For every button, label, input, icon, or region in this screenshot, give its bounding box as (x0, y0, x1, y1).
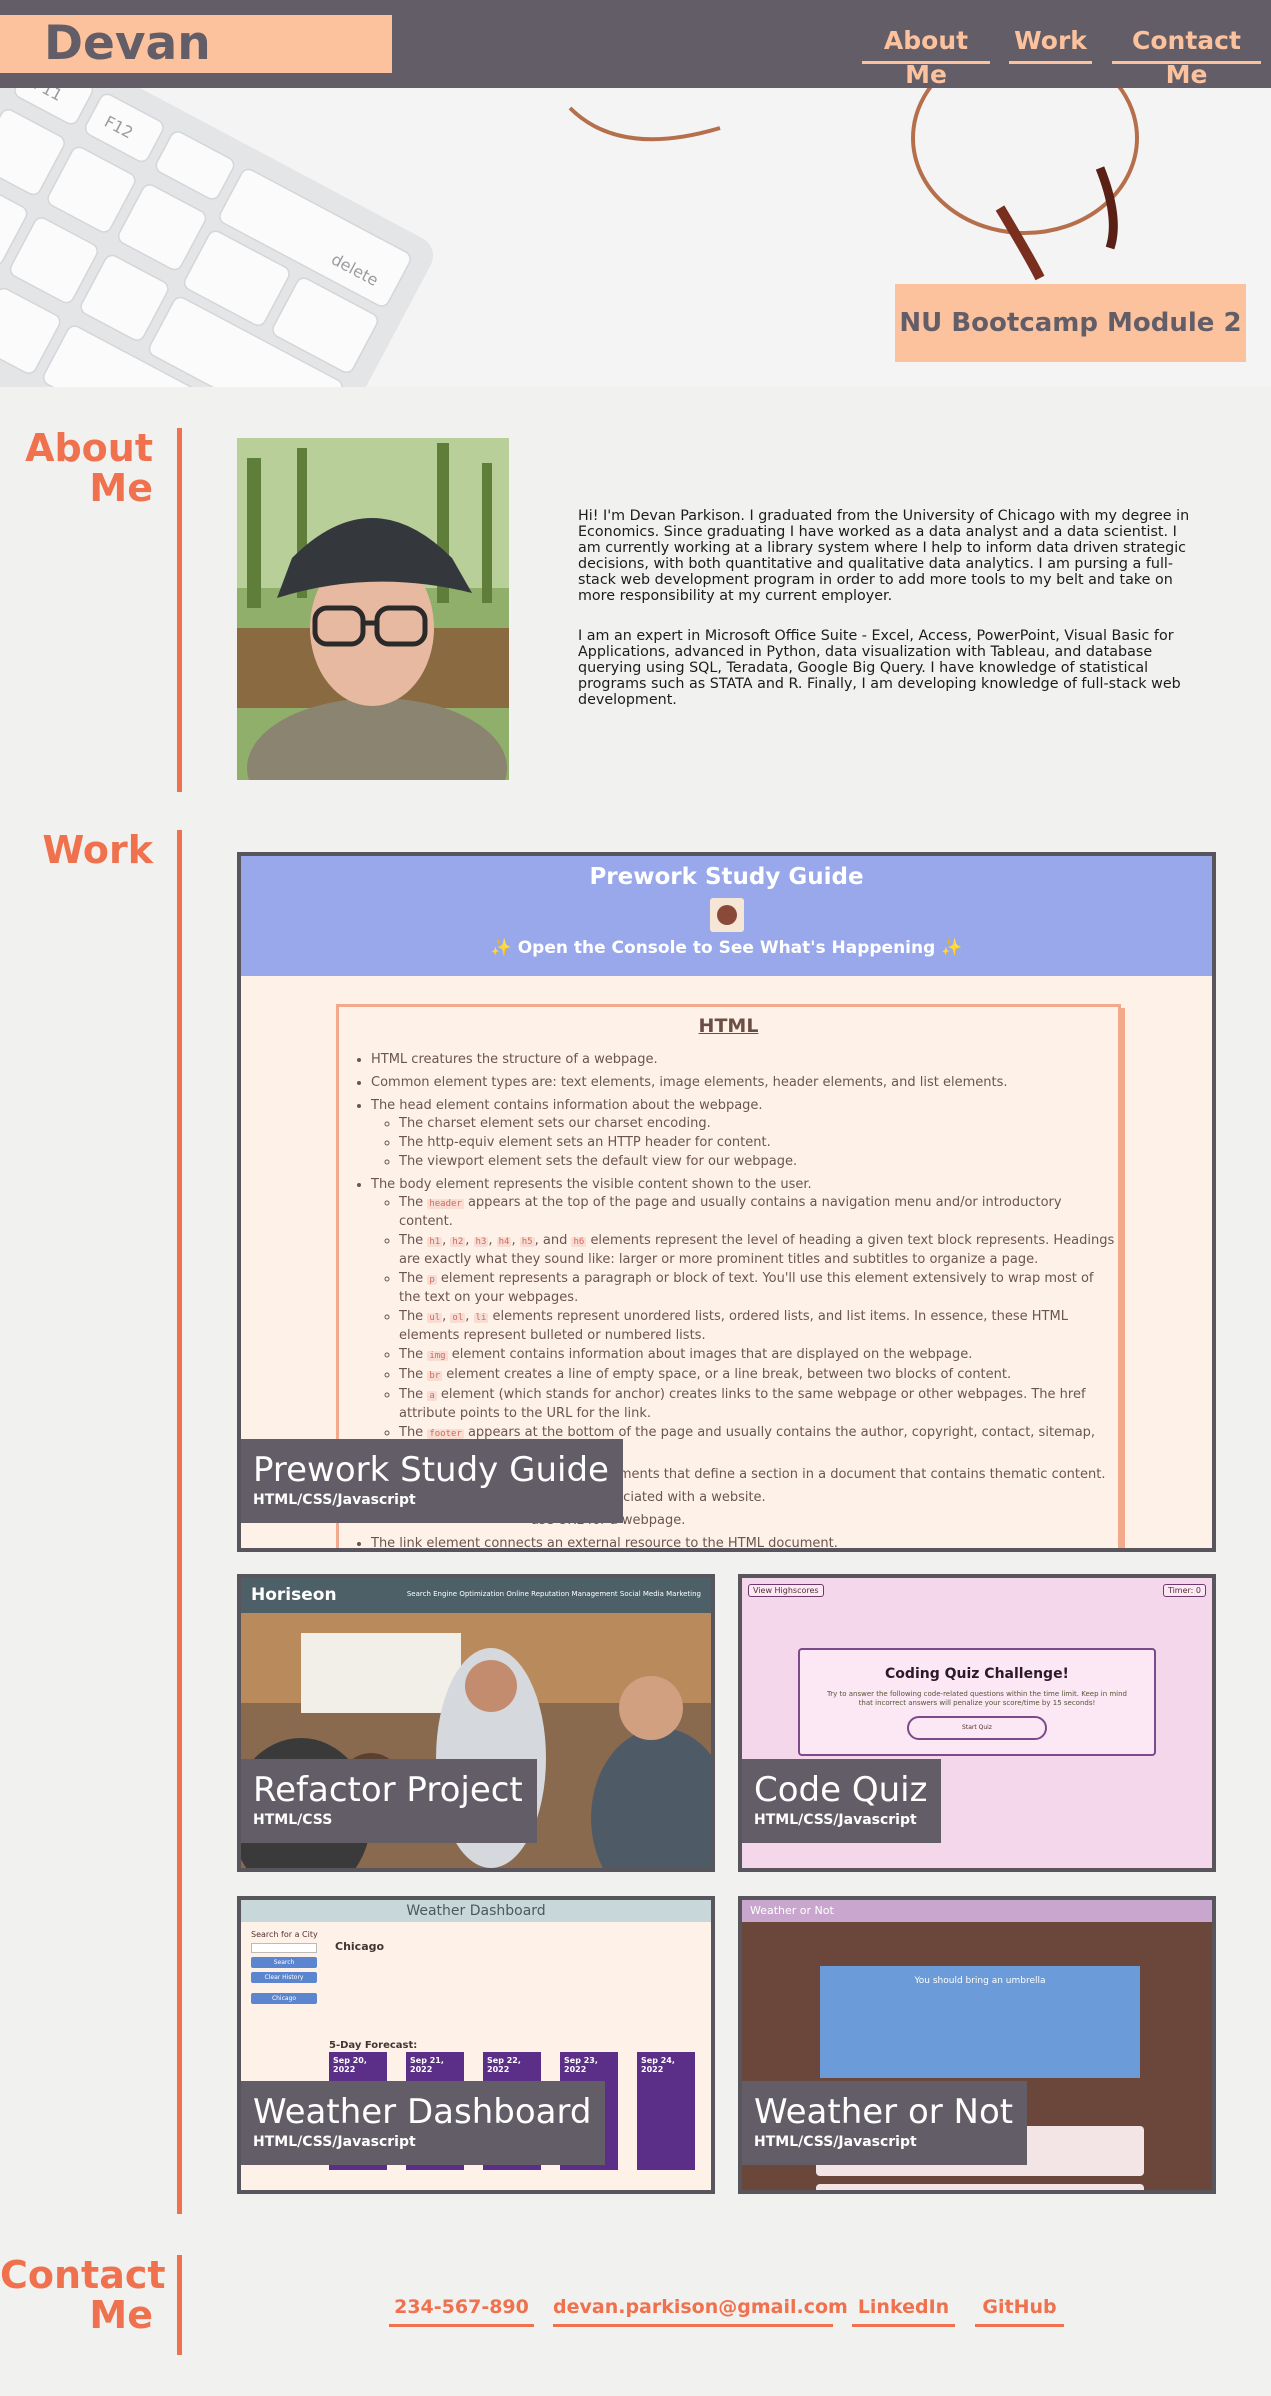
prework-section-heading: HTML (698, 1015, 759, 1037)
about-divider-line (177, 428, 182, 792)
about-bio: Hi! I'm Devan Parkison. I graduated from… (578, 508, 1203, 732)
project-name: Code Quiz (754, 1770, 928, 1810)
site-header: Devan Parkison About Me Work Contact Me (0, 0, 1271, 129)
about-paragraph-2: I am an expert in Microsoft Office Suite… (578, 628, 1181, 708)
about-section-title: About Me (25, 426, 153, 510)
quiz-view-highscores: View Highscores (748, 1584, 824, 1597)
hero-banner: F11 F12 delete return shift P NU Bootcam… (0, 88, 1271, 387)
work-section-title: Work (42, 828, 153, 872)
list-item: Common element types are: text elements,… (371, 1074, 1118, 1092)
prework-preview-header: Prework Study Guide ✨ Open the Console t… (241, 856, 1212, 976)
project-tech: HTML/CSS/Javascript (253, 1492, 416, 1508)
list-item: The body element represents the visible … (371, 1176, 1118, 1461)
list-item: The h1, h2, h3, h4, h5, and h6 elements … (399, 1232, 1118, 1269)
project-tech: HTML/CSS/Javascript (754, 2134, 917, 2150)
list-item: The head element contains information ab… (371, 1097, 1118, 1171)
contact-phone-link[interactable]: 234-567-890 (389, 2293, 534, 2327)
nav-contact-me[interactable]: Contact Me (1112, 24, 1261, 89)
quiz-start-button: Start Quiz (907, 1716, 1047, 1740)
wornot-message-panel: You should bring an umbrella (820, 1966, 1140, 2078)
list-item: The http-equiv element sets an HTTP head… (399, 1134, 1118, 1152)
project-card-prework-study-guide[interactable]: Prework Study Guide ✨ Open the Console t… (237, 852, 1216, 1552)
list-item: The img element contains information abo… (399, 1346, 1118, 1365)
wornot-preview-header: Weather or Not (742, 1900, 1212, 1922)
about-paragraph-1: Hi! I'm Devan Parkison. I graduated from… (578, 508, 1190, 604)
prework-preview-subheading: ✨ Open the Console to See What's Happeni… (490, 938, 963, 958)
project-card-code-quiz[interactable]: View Highscores Timer: 0 Coding Quiz Cha… (738, 1574, 1216, 1872)
quiz-intro-box: Coding Quiz Challenge! Try to answer the… (798, 1648, 1156, 1756)
list-item: The header appears at the top of the pag… (399, 1194, 1118, 1231)
project-label: Code Quiz HTML/CSS/Javascript (742, 1759, 942, 1843)
weather-history-btn: Chicago (251, 1993, 317, 2004)
profile-photo (237, 438, 509, 780)
forecast-day: Sep 24, 2022 (637, 2052, 695, 2170)
project-label: Weather Dashboard HTML/CSS/Javascript (241, 2081, 606, 2165)
contact-section-title: Contact Me (0, 2253, 166, 2337)
list-item: HTML creatures the structure of a webpag… (371, 1051, 1118, 1069)
project-name: Refactor Project (253, 1770, 523, 1810)
project-card-refactor-project[interactable]: Horiseon Search Engine Optimization Onli… (237, 1574, 715, 1872)
list-item: The link element connects an external re… (371, 1535, 1118, 1548)
weather-clear-btn: Clear History (251, 1972, 317, 1983)
work-divider-line (177, 830, 182, 2214)
wornot-panel (816, 2184, 1144, 2190)
prework-preview-heading: Prework Study Guide (589, 864, 864, 890)
project-name: Prework Study Guide (253, 1450, 609, 1490)
weather-forecast-label: 5-Day Forecast: (329, 2040, 418, 2051)
site-title: Devan Parkison (0, 15, 392, 129)
project-label: Prework Study Guide HTML/CSS/Javascript (241, 1439, 623, 1523)
weather-search-panel: Search for a City Search Clear History C… (251, 1930, 318, 2004)
list-item: The br element creates a line of empty s… (399, 1366, 1118, 1385)
project-tech: HTML/CSS/Javascript (754, 1812, 917, 1828)
list-item: The viewport element sets the default vi… (399, 1153, 1118, 1171)
nav-work[interactable]: Work (1009, 24, 1092, 64)
list-item: The charset element sets our charset enc… (399, 1115, 1118, 1133)
refactor-nav-links: Search Engine Optimization Online Reputa… (406, 1590, 701, 1598)
project-label: Refactor Project HTML/CSS (241, 1759, 537, 1843)
contact-linkedin-link[interactable]: LinkedIn (852, 2293, 955, 2327)
contact-divider-line (177, 2255, 182, 2355)
refactor-preview-nav: Horiseon Search Engine Optimization Onli… (241, 1578, 711, 1613)
contact-github-link[interactable]: GitHub (975, 2293, 1064, 2327)
weather-city: Chicago (335, 1940, 385, 1953)
weather-search-btn: Search (251, 1957, 317, 1968)
list-item: The p element represents a paragraph or … (399, 1270, 1118, 1307)
contact-email-link[interactable]: devan.parkison@gmail.com (553, 2293, 848, 2327)
prework-logo-icon (709, 898, 744, 932)
nav-about-me[interactable]: About Me (862, 24, 990, 89)
project-tech: HTML/CSS (253, 1812, 333, 1828)
refactor-brand: Horiseon (251, 1585, 337, 1605)
project-card-weather-or-not[interactable]: Weather or Not You should bring an umbre… (738, 1896, 1216, 2194)
quiz-timer: Timer: 0 (1162, 1584, 1206, 1597)
project-label: Weather or Not HTML/CSS/Javascript (742, 2081, 1028, 2165)
quiz-title: Coding Quiz Challenge! (885, 1666, 1069, 1682)
quiz-instructions: Try to answer the following code-related… (827, 1690, 1127, 1707)
project-card-weather-dashboard[interactable]: Weather Dashboard Search for a City Sear… (237, 1896, 715, 2194)
list-item: The a element (which stands for anchor) … (399, 1386, 1118, 1423)
weather-preview-header: Weather Dashboard (241, 1900, 711, 1922)
list-item: The ul, ol, li elements represent unorde… (399, 1308, 1118, 1345)
project-name: Weather or Not (754, 2092, 1014, 2132)
glasses-illustration (568, 88, 1139, 281)
project-tech: HTML/CSS/Javascript (253, 2134, 416, 2150)
weather-search-label: Search for a City (251, 1930, 318, 1939)
hero-badge: NU Bootcamp Module 2 (895, 284, 1246, 362)
project-name: Weather Dashboard (253, 2092, 592, 2132)
